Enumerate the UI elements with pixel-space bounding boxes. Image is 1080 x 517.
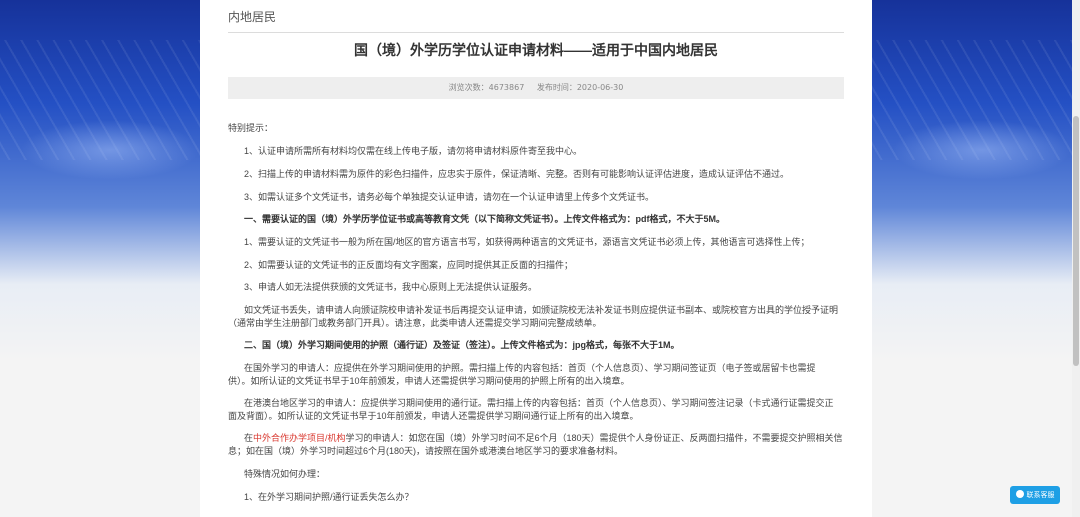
joint-program-link[interactable]: 中外合作办学项目/机构: [253, 433, 346, 443]
chat-icon: [1015, 490, 1024, 498]
views-label: 浏览次数：: [448, 83, 489, 92]
tip-item-2: 2、扫描上传的申请材料需为原件的彩色扫描件，应忠实于原件，保证清晰、完整。否则有…: [244, 169, 790, 179]
section1-item-1: 1、需要认证的文凭证书一般为所在国/地区的官方语言书写，如获得两种语言的文凭证书…: [244, 237, 810, 247]
date-info: 发布时间：2020-06-30: [537, 83, 624, 92]
tip-item-1: 1、认证申请所需所有材料均仅需在线上传电子版，请勿将申请材料原件寄至我中心。: [244, 146, 583, 156]
hmt-note-line-1: 在港澳台地区学习的申请人：应提供学习期间使用的通行证。需扫描上传的内容包括：首页…: [244, 398, 834, 408]
abroad-passport-note: 在国外学习的申请人：应提供在外学习期间使用的护照。需扫描上传的内容包括：首页（个…: [228, 362, 844, 388]
left-background-banner: [0, 0, 200, 517]
scrollbar-thumb[interactable]: [1073, 116, 1079, 366]
section-heading-2: 二、国（境）外学习期间使用的护照（通行证）及签证（签注）。上传文件格式为：jpg…: [244, 340, 680, 350]
meta-bar: 浏览次数：4673867 发布时间：2020-06-30: [228, 77, 844, 99]
lost-note-line-2: （通常由学生注册部门或教务部门开具）。请注意，此类申请人还需提交学习期间完整成绩…: [228, 318, 602, 328]
views-count: 4673867: [488, 83, 525, 92]
faq-item-1: 1、在外学习期间护照/通行证丢失怎么办？: [244, 492, 414, 502]
lost-note-line-1: 如文凭证书丢失，请申请人向颁证院校申请补发证书后再提交认证申请，如颁证院校无法补…: [244, 305, 839, 315]
date-label: 发布时间：: [536, 83, 577, 92]
section1-item-2: 2、如需要认证的文凭证书的正反面均有文字图案，应同时提供其正反面的扫描件；: [244, 260, 574, 270]
right-background-banner: [872, 0, 1072, 517]
lost-certificate-note: 如文凭证书丢失，请申请人向颁证院校申请补发证书后再提交认证申请，如颁证院校无法补…: [228, 304, 844, 330]
section-heading-1: 一、需要认证的国（境）外学历学位证书或高等教育文凭（以下简称文凭证书）。上传文件…: [244, 214, 725, 224]
article-page: 内地居民 国（境）外学历学位认证申请材料——适用于中国内地居民 浏览次数：467…: [200, 0, 872, 517]
tip-heading: 特别提示：: [228, 123, 274, 133]
section1-item-3: 3、申请人如无法提供获颁的文凭证书，我中心原则上无法提供认证服务。: [244, 282, 538, 292]
joint-note-rest: 学习的申请人：如您在国（境）外学习时间不足6个月（180天）需提供个人身份证正、…: [345, 433, 843, 443]
scrollbar[interactable]: [1072, 0, 1080, 517]
joint-program-note: 在中外合作办学项目/机构学习的申请人：如您在国（境）外学习时间不足6个月（180…: [228, 432, 844, 458]
contact-service-label: 联系客服: [1026, 491, 1055, 499]
page-title: 国（境）外学历学位认证申请材料——适用于中国内地居民: [354, 42, 718, 58]
joint-note-line-2: 息；如在国（境）外学习时间超过6个月(180天)，请按照在国外或港澳台地区学习的…: [228, 446, 624, 456]
views-info: 浏览次数：4673867: [449, 83, 525, 92]
hmt-note-line-2: 面及背面）。如所认证的文凭证书早于10年前颁发，申请人还需提供学习期间通行证上所…: [228, 411, 639, 421]
breadcrumb[interactable]: 内地居民: [228, 8, 844, 33]
abroad-note-line-1: 在国外学习的申请人：应提供在外学习期间使用的护照。需扫描上传的内容包括：首页（个…: [244, 363, 816, 373]
hmt-permit-note: 在港澳台地区学习的申请人：应提供学习期间使用的通行证。需扫描上传的内容包括：首页…: [228, 397, 844, 423]
publish-date: 2020-06-30: [576, 83, 624, 92]
abroad-note-line-2: 供）。如所认证的文凭证书早于10年前颁发，申请人还需提供学习期间使用的护照上所有…: [228, 376, 630, 386]
contact-service-button[interactable]: 联系客服: [1010, 486, 1060, 504]
joint-note-prefix: 在: [244, 433, 254, 443]
tip-item-3: 3、如需认证多个文凭证书，请务必每个单独提交认证申请，请勿在一个认证申请里上传多…: [244, 192, 655, 202]
special-cases-heading: 特殊情况如何办理：: [244, 469, 326, 479]
